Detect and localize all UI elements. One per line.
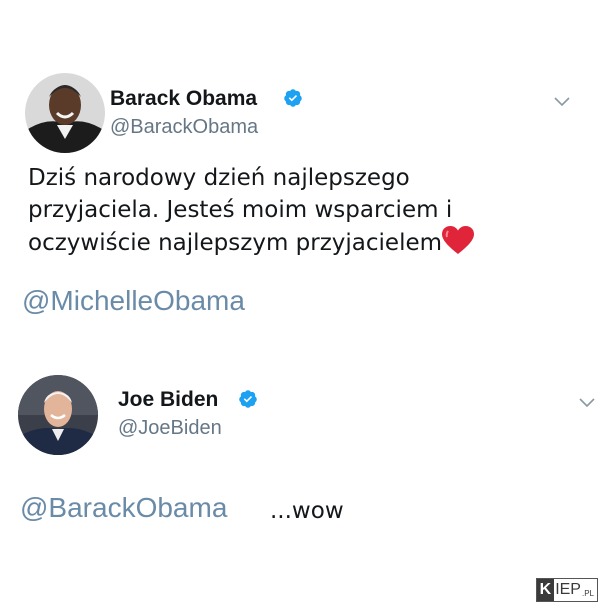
display-name[interactable]: Barack Obama [110, 87, 257, 111]
watermark-text: IEP .PL [554, 579, 597, 601]
mention-link[interactable]: @BarackObama [20, 492, 227, 524]
handle[interactable]: @BarackObama [110, 116, 258, 139]
verified-badge-icon [239, 390, 257, 408]
barack-obama-avatar[interactable] [25, 73, 105, 153]
tweet-text-line-content: oczywiście najlepszym przyjacielem [28, 230, 443, 256]
watermark-rest: IEP [555, 581, 581, 598]
watermark-suffix: .PL [581, 589, 594, 598]
chevron-down-icon[interactable] [578, 397, 596, 409]
watermark-letter: K [536, 579, 555, 601]
mention-link[interactable]: @MichelleObama [22, 285, 245, 317]
tweet-text: Dziś narodowy dzień najlepszego przyjaci… [28, 162, 475, 259]
chevron-down-icon[interactable] [553, 96, 571, 108]
tweet-joe-biden: Joe Biden @JoeBiden @BarackObama ...wow [0, 350, 610, 550]
verified-badge-icon [284, 89, 302, 107]
tweet-text-line: Dziś narodowy dzień najlepszego [28, 165, 410, 191]
joe-biden-avatar[interactable] [18, 375, 98, 455]
kiep-watermark-logo: K IEP .PL [535, 578, 598, 602]
tweet-text: ...wow [270, 498, 344, 524]
handle[interactable]: @JoeBiden [118, 417, 222, 440]
tweet-text-line: oczywiście najlepszym przyjacielem [28, 226, 475, 259]
display-name[interactable]: Joe Biden [118, 388, 218, 412]
tweet-text-line: przyjaciela. Jesteś moim wsparciem i [28, 197, 453, 223]
heart-emoji [442, 226, 475, 254]
tweet-barack-obama: Barack Obama @BarackObama Dziś narodowy … [0, 0, 610, 340]
